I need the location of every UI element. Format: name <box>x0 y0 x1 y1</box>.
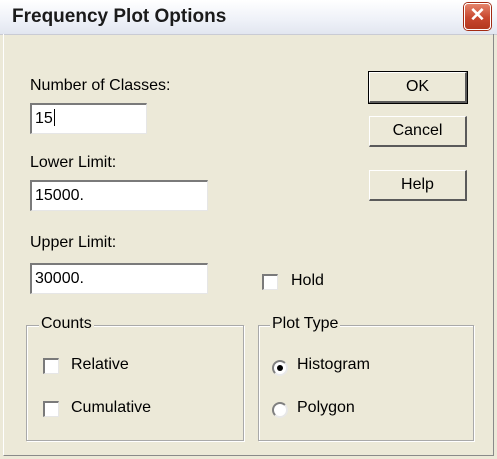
help-button[interactable]: Help <box>369 170 467 201</box>
ok-button[interactable]: OK <box>368 71 468 104</box>
plot-type-group: Plot Type <box>258 315 474 441</box>
cumulative-label[interactable]: Cumulative <box>71 399 151 417</box>
title-bar[interactable]: Frequency Plot Options ✕ <box>0 0 497 35</box>
upper-limit-input[interactable]: 30000. <box>30 263 208 294</box>
lower-limit-input[interactable]: 15000. <box>30 180 208 211</box>
upper-limit-label: Upper Limit: <box>30 234 117 251</box>
num-classes-input[interactable]: 15 <box>30 103 147 134</box>
text-cursor <box>53 109 55 126</box>
cancel-button[interactable]: Cancel <box>369 116 467 147</box>
counts-group: Counts <box>26 315 244 441</box>
close-icon: ✕ <box>469 5 486 26</box>
plot-type-group-title: Plot Type <box>270 315 341 333</box>
radio-selected-dot <box>277 365 283 371</box>
window-title: Frequency Plot Options <box>12 6 227 27</box>
num-classes-label: Number of Classes: <box>30 77 171 94</box>
polygon-radio[interactable] <box>272 402 288 418</box>
counts-group-title: Counts <box>39 315 94 333</box>
close-button[interactable]: ✕ <box>464 3 491 30</box>
polygon-label[interactable]: Polygon <box>297 399 355 417</box>
lower-limit-label: Lower Limit: <box>30 154 117 171</box>
histogram-radio[interactable] <box>272 360 288 376</box>
relative-label[interactable]: Relative <box>71 356 129 374</box>
hold-label[interactable]: Hold <box>291 272 324 290</box>
histogram-label[interactable]: Histogram <box>297 356 370 374</box>
relative-checkbox[interactable] <box>43 358 59 374</box>
hold-checkbox[interactable] <box>262 274 278 290</box>
cumulative-checkbox[interactable] <box>43 401 59 417</box>
